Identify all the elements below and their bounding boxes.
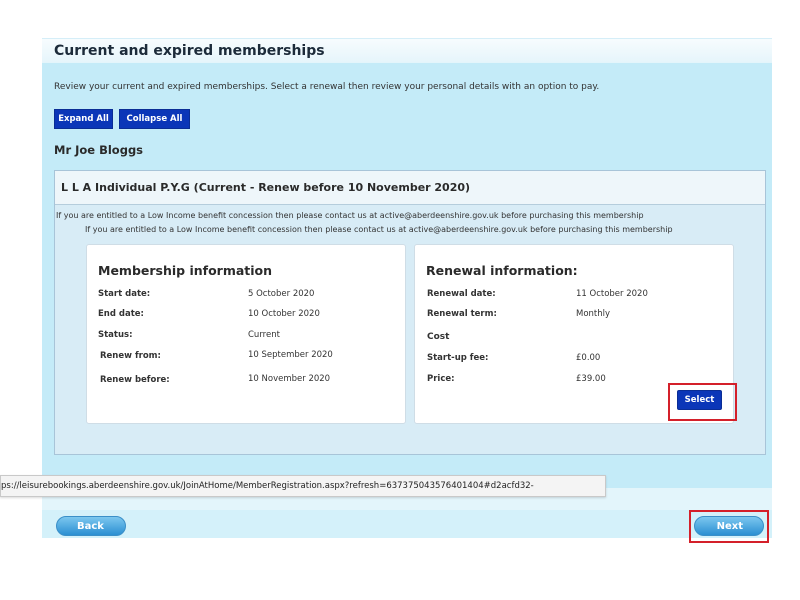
- status-label: Status:: [98, 330, 133, 340]
- start-date-label: Start date:: [98, 289, 151, 299]
- membership-info-card: Membership information Start date: 5 Oct…: [86, 244, 406, 424]
- cost-label: Cost: [427, 332, 450, 342]
- renewal-term-label: Renewal term:: [427, 309, 497, 319]
- renew-from-label: Renew from:: [100, 351, 161, 361]
- renewal-info-heading: Renewal information:: [426, 263, 578, 278]
- intro-text: Review your current and expired membersh…: [54, 82, 600, 92]
- renewal-date-value: 11 October 2020: [576, 289, 648, 299]
- header-bar: Current and expired memberships: [42, 38, 772, 62]
- renew-before-value: 10 November 2020: [248, 374, 331, 384]
- page-title: Current and expired memberships: [54, 43, 325, 59]
- membership-info-heading: Membership information: [98, 263, 273, 278]
- membership-section-header[interactable]: L L A Individual P.Y.G (Current - Renew …: [55, 171, 765, 205]
- price-label: Price:: [427, 374, 455, 384]
- renew-before-label: Renew before:: [100, 375, 170, 385]
- startup-fee-label: Start-up fee:: [427, 353, 489, 363]
- expand-all-button[interactable]: Expand All: [54, 109, 113, 129]
- renewal-date-label: Renewal date:: [427, 289, 496, 299]
- collapse-all-button[interactable]: Collapse All: [119, 109, 190, 129]
- price-value: £39.00: [576, 374, 606, 384]
- end-date-label: End date:: [98, 309, 144, 319]
- end-date-value: 10 October 2020: [248, 309, 320, 319]
- footer-bar: [42, 510, 772, 538]
- renew-from-value: 10 September 2020: [248, 350, 333, 360]
- member-name: Mr Joe Bloggs: [54, 143, 144, 157]
- renewal-term-value: Monthly: [576, 309, 611, 319]
- concession-notice-repeat: If you are entitled to a Low Income bene…: [85, 225, 673, 234]
- startup-fee-value: £0.00: [576, 353, 601, 363]
- start-date-value: 5 October 2020: [248, 289, 315, 299]
- select-highlight-box: [668, 383, 737, 421]
- concession-notice: If you are entitled to a Low Income bene…: [56, 211, 644, 220]
- membership-title: L L A Individual P.Y.G (Current - Renew …: [61, 181, 471, 194]
- status-url-tooltip: ps://leisurebookings.aberdeenshire.gov.u…: [0, 475, 606, 497]
- status-value: Current: [248, 330, 280, 340]
- next-highlight-box: [689, 510, 769, 543]
- back-button[interactable]: Back: [56, 516, 126, 536]
